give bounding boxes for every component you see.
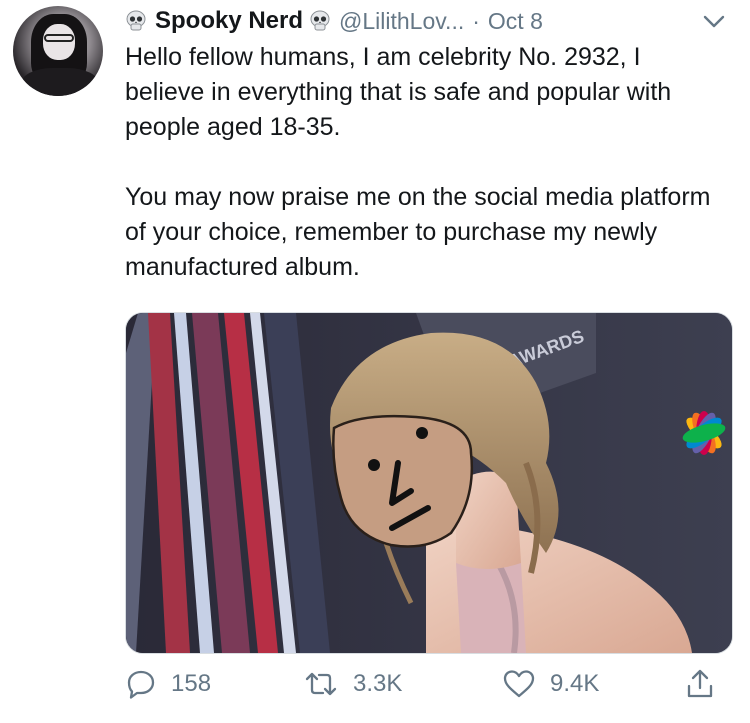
tweet-date[interactable]: Oct 8	[488, 8, 543, 35]
tweet-header: Spooky Nerd @LilithLov... · Oct 8	[125, 4, 730, 38]
retweet-count: 3.3K	[353, 670, 403, 697]
skull-icon	[125, 10, 147, 32]
display-name[interactable]: Spooky Nerd	[155, 7, 303, 35]
avatar-face	[43, 24, 75, 60]
tweet-text: Hello fellow humans, I am celebrity No. …	[125, 40, 725, 285]
tweet-actions: 158 3.3K 9.4K	[125, 668, 735, 708]
reply-count: 158	[171, 670, 212, 697]
chevron-down-icon[interactable]	[700, 9, 728, 33]
avatar[interactable]	[13, 6, 103, 96]
share-button[interactable]	[685, 668, 729, 700]
retweet-icon	[305, 672, 337, 696]
avatar-glasses	[44, 34, 74, 42]
tweet-paragraph: Hello fellow humans, I am celebrity No. …	[125, 43, 672, 141]
like-button[interactable]: 9.4K	[502, 668, 599, 700]
reply-icon	[127, 670, 155, 699]
retweet-button[interactable]: 3.3K	[303, 668, 402, 700]
skull-icon	[309, 10, 331, 32]
tweet-paragraph: You may now praise me on the social medi…	[125, 183, 711, 281]
share-icon	[687, 669, 713, 698]
heart-icon	[503, 670, 535, 698]
user-handle[interactable]: @LilithLov...	[339, 8, 464, 35]
separator-dot: ·	[472, 7, 480, 34]
like-count: 9.4K	[550, 670, 600, 697]
tweet-media-photo[interactable]: AWARDS	[125, 312, 733, 654]
reply-button[interactable]: 158	[125, 668, 211, 700]
photo-illustration: AWARDS	[126, 313, 732, 653]
avatar-body	[21, 68, 99, 96]
